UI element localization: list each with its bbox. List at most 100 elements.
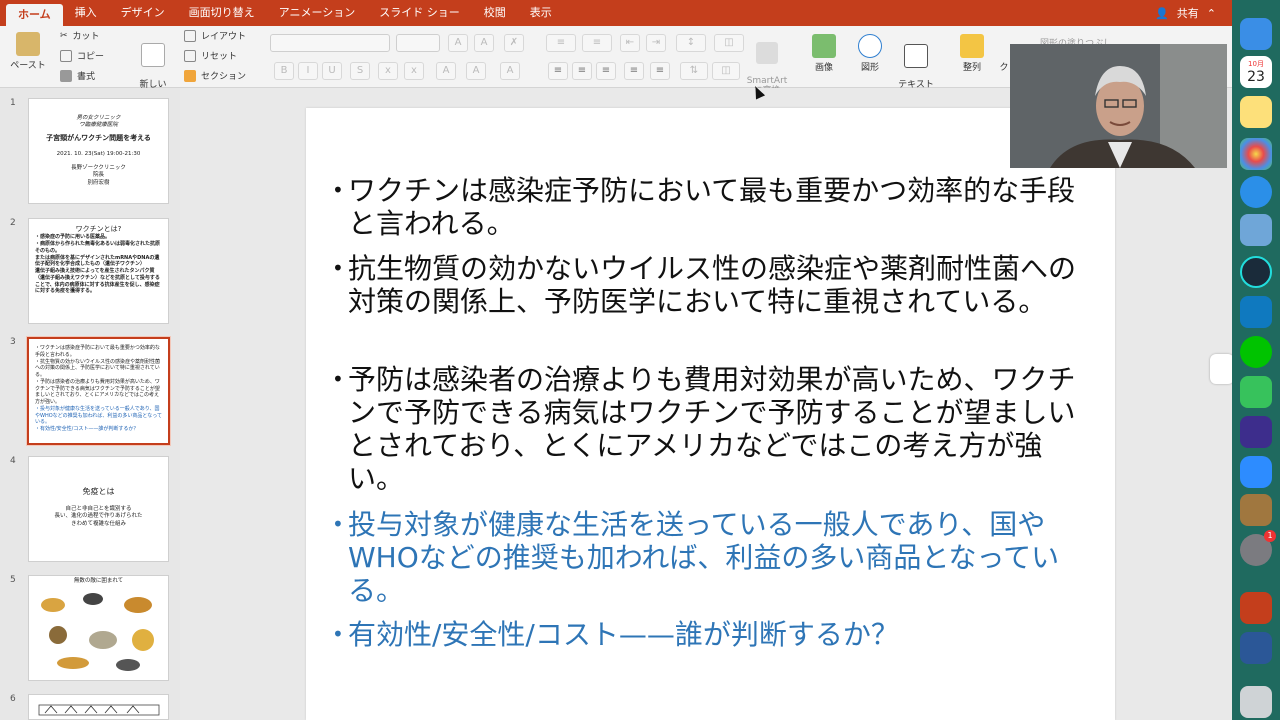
bullets-icon[interactable]: ≡ [546,34,576,52]
slide-thumbnail-selected[interactable]: ・ワクチンは感染症予防において最も重要かつ効率的な手段と言われる。 ・抗生物質の… [27,337,170,445]
system-preferences-icon[interactable]: 1 [1240,530,1276,566]
superscript-icon[interactable]: x [378,62,398,80]
align-left-icon[interactable]: ≡ [548,62,568,80]
slide-number: 3 [10,337,16,347]
columns-icon[interactable]: ◫ [714,34,744,52]
align-text-icon[interactable]: ◫ [712,62,740,80]
facetime-icon[interactable] [1240,376,1272,408]
arrange-button[interactable]: 整列 [954,34,990,73]
slide-thumbnail[interactable]: ワクチンとは? ・感染症の予防に用いる医薬品。 ・病原体から作られた無毒化あるい… [28,218,169,324]
align-center-icon[interactable]: ≡ [572,62,592,80]
cut-button[interactable]: ✂ カット [60,29,100,43]
shape-button[interactable]: 図形 [852,34,888,73]
slide-thumbnail[interactable]: 無数の敵に囲まれて [28,575,169,681]
decrease-indent-icon[interactable]: ⇤ [620,34,640,52]
line-icon[interactable] [1240,336,1272,368]
highlight-icon[interactable]: A [466,62,486,80]
increase-font-icon[interactable]: A [448,34,468,52]
dropbox-icon[interactable] [1210,354,1234,384]
bullet-dot-icon: • [332,178,344,202]
tab-slideshow[interactable]: スライド ショー [367,0,472,26]
char-spacing-icon[interactable]: A [436,62,456,80]
layout-button[interactable]: レイアウト [184,29,246,42]
reset-button[interactable]: リセット [184,49,237,62]
reset-icon [184,49,196,62]
creatures-illustration [41,593,154,672]
tab-home[interactable]: ホーム [6,4,63,26]
archive-icon[interactable] [1240,494,1272,526]
section-button[interactable]: セクション [184,69,246,82]
slide-thumbnail[interactable]: 免疫とは 自己と非自己とを識別する 長い、進化の過程で作りあげられた きわめて複… [28,456,169,562]
share-button[interactable]: 👤 共有 ⌃ [1155,0,1216,26]
slide-number: 4 [10,456,16,466]
bullet-item[interactable]: • 抗生物質の効かないウイルス性の感染症や薬剤耐性菌への対策の関係上、予防医学に… [332,252,1076,318]
layout-icon [184,29,196,42]
line-spacing-icon[interactable]: ↕ [676,34,706,52]
bold-icon[interactable]: B [274,62,294,80]
numbering-icon[interactable]: ≡ [582,34,612,52]
tab-animations[interactable]: アニメーション [267,0,368,26]
justify-icon[interactable]: ≡ [624,62,644,80]
powerpoint-icon[interactable] [1240,592,1272,624]
bullet-dot-icon: • [332,256,344,280]
slide-number: 2 [10,218,16,228]
picture-icon [812,34,836,58]
new-slide-icon [141,43,165,67]
brush-icon [60,69,72,82]
clear-format-icon[interactable]: ✗ [504,34,524,52]
word-icon[interactable] [1240,632,1272,664]
safari-icon[interactable] [1240,176,1272,208]
slide-thumbnail[interactable]: 男の女クリニック ワ臨療健康医院 子宮頸がんワクチン問題を考える 2021. 1… [28,98,169,204]
tab-view[interactable]: 表示 [518,0,564,26]
italic-icon[interactable]: I [298,62,318,80]
strikethrough-icon[interactable]: S [350,62,370,80]
zoom-icon[interactable] [1240,456,1272,488]
bullet-item-highlight[interactable]: • 投与対象が健康な生活を送っている一般人であり、国やWHOなどの推奨も加われば… [332,508,1076,607]
layout-label: レイアウト [201,32,247,42]
share-label: 共有 [1176,7,1199,20]
font-color-icon[interactable]: A [500,62,520,80]
presenter-video-image [1010,44,1227,168]
finder-icon[interactable] [1240,18,1272,50]
chevron-up-icon[interactable]: ⌃ [1207,7,1216,20]
align-right-icon[interactable]: ≡ [596,62,616,80]
decrease-font-icon[interactable]: A [474,34,494,52]
subscript-icon[interactable]: x [404,62,424,80]
notes-icon[interactable] [1240,96,1272,128]
increase-indent-icon[interactable]: ⇥ [646,34,666,52]
format-painter-button[interactable]: 書式 [60,69,95,82]
image-button[interactable]: 画像 [806,34,842,73]
slide-thumbnail-pane[interactable]: 1 男の女クリニック ワ臨療健康医院 子宮頸がんワクチン問題を考える 2021.… [0,88,180,720]
paste-button[interactable]: ペースト [8,32,48,71]
calendar-icon[interactable]: 10月 23 [1240,56,1272,88]
underline-icon[interactable]: U [322,62,342,80]
tab-review[interactable]: 校閲 [472,0,518,26]
tab-design[interactable]: デザイン [109,0,177,26]
reset-label: リセット [201,52,238,62]
bullet-item[interactable]: • 予防は感染者の治療よりも費用対効果が高いため、ワクチンで予防できる病気はワク… [332,363,1076,495]
bullet-item[interactable]: • ワクチンは感染症予防において最も重要かつ効率的な手段と言われる。 [332,174,1076,240]
arrange-label: 整列 [962,63,981,73]
font-name-field[interactable] [270,34,390,52]
smartart-icon [756,42,778,64]
photos-icon[interactable] [1240,138,1272,170]
text-direction-icon[interactable]: ⇅ [680,62,708,80]
quick-style-button[interactable]: ク [998,60,1010,73]
trello-icon[interactable] [1240,296,1272,328]
thumb-line: 2021. 10. 23(Sat) 19:00-21:30 [56,151,141,158]
distribute-icon[interactable]: ≡ [650,62,670,80]
trash-icon[interactable] [1240,686,1272,718]
mail-icon[interactable] [1240,214,1272,246]
slide-thumbnail[interactable] [28,694,169,720]
copy-button[interactable]: コピー [60,49,104,62]
tab-insert[interactable]: 挿入 [63,0,109,26]
smartart-button[interactable]: SmartArt に変換 [744,32,790,96]
scissors-icon: ✂ [60,30,68,41]
app-icon[interactable] [1240,256,1272,288]
bullet-item-highlight[interactable]: • 有効性/安全性/コスト——誰が判断するか？ [332,618,1076,651]
slide-number: 6 [10,694,16,704]
imovie-icon[interactable] [1240,416,1272,448]
font-size-field[interactable] [396,34,440,52]
bullet-text: ワクチンは感染症予防において最も重要かつ効率的な手段と言われる。 [348,174,1076,240]
tab-transitions[interactable]: 画面切り替え [177,0,267,26]
